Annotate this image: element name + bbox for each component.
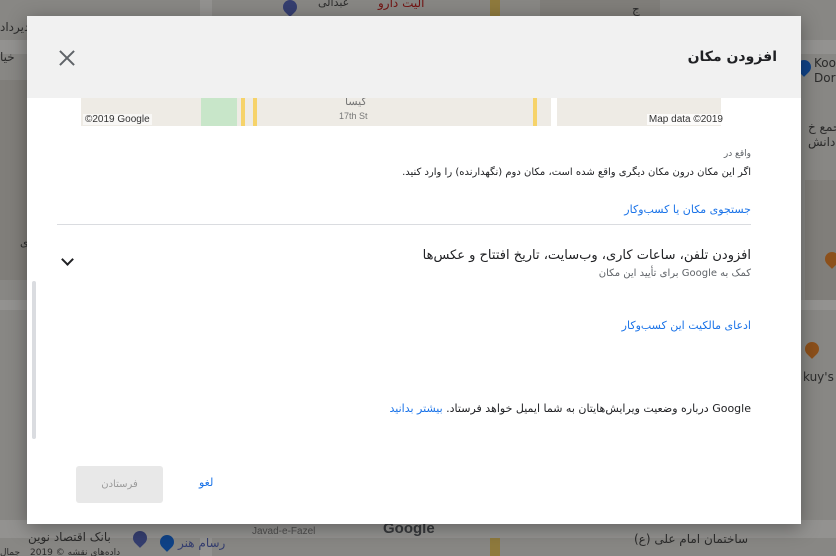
- add-details-expander[interactable]: افزودن تلفن، ساعات کاری، وب‌سایت، تاریخ …: [57, 246, 751, 286]
- add-details-subtitle: کمک به Google برای تأیید این مکان: [598, 268, 751, 279]
- map-road: [551, 98, 557, 126]
- close-icon[interactable]: [57, 48, 77, 68]
- map-place-label: کیسا: [345, 98, 367, 108]
- send-button[interactable]: فرستادن: [76, 466, 163, 503]
- dialog-header: افزودن مکان: [27, 16, 801, 98]
- map-data-label: Map data ©2019: [646, 114, 725, 125]
- map-park: [201, 98, 237, 126]
- email-notice-text: Google درباره وضعیت ویرایش‌هایتان به شما…: [446, 402, 751, 415]
- claim-business-link[interactable]: ادعای مالکیت این کسب‌وکار: [622, 319, 751, 332]
- add-details-title: افزودن تلفن، ساعات کاری، وب‌سایت، تاریخ …: [422, 248, 751, 263]
- map-copyright: ©2019 Google: [83, 114, 152, 125]
- learn-more-link[interactable]: بیشتر بدانید: [390, 402, 443, 415]
- scrollbar[interactable]: [32, 281, 36, 439]
- divider: [57, 224, 751, 225]
- add-place-dialog: افزودن مکان کیسا 17th St ©2019 Google Ma…: [27, 16, 801, 524]
- cancel-button[interactable]: لغو: [199, 476, 213, 489]
- map-preview[interactable]: کیسا 17th St ©2019 Google Map data ©2019: [81, 98, 727, 126]
- map-road: [253, 98, 257, 126]
- map-road: [241, 98, 245, 126]
- map-street-label: 17th St: [339, 111, 368, 121]
- email-notice: Google درباره وضعیت ویرایش‌هایتان به شما…: [390, 402, 751, 415]
- map-road: [533, 98, 537, 126]
- dialog-title: افزودن مکان: [687, 49, 777, 65]
- search-place-link[interactable]: جستجوی مکان یا کسب‌وکار: [624, 203, 751, 216]
- located-in-description: اگر این مکان درون مکان دیگری واقع شده اس…: [402, 167, 751, 178]
- chevron-down-icon: [61, 253, 74, 266]
- located-in-label: واقع در: [723, 149, 751, 159]
